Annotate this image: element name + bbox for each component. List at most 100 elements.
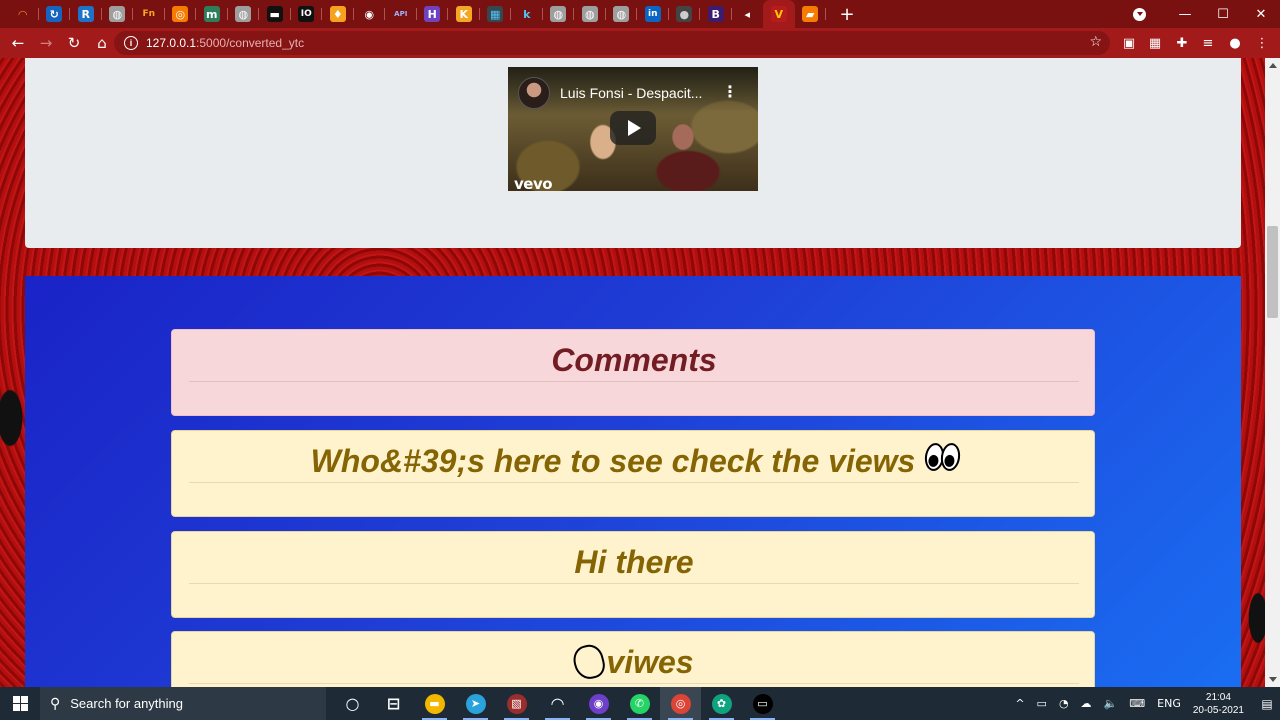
search-placeholder: Search for anything: [70, 696, 183, 711]
url-text[interactable]: 127.0.0.1:5000/converted_ytc: [146, 36, 304, 50]
browser-tab-25[interactable]: V: [763, 0, 795, 28]
browser-tab-6[interactable]: ◎: [165, 0, 196, 28]
notifications-icon[interactable]: ▤: [1254, 687, 1280, 720]
browser-tab-11[interactable]: ♦: [322, 0, 354, 28]
maximize-button[interactable]: ☐: [1204, 0, 1242, 28]
onedrive-icon[interactable]: ☁: [1081, 697, 1092, 710]
cortana-icon: ○: [345, 694, 360, 713]
start-button[interactable]: [0, 687, 40, 720]
github-desktop-taskbar-button[interactable]: ◉: [578, 687, 619, 720]
browser-tab-1[interactable]: ◠: [7, 0, 39, 28]
terminal-taskbar-button[interactable]: ▭: [742, 687, 783, 720]
browser-tab-18[interactable]: ◍: [543, 0, 574, 28]
browser-tab-8[interactable]: ◍: [228, 0, 259, 28]
browser-tab-2[interactable]: ↻: [39, 0, 70, 28]
browser-tab-10[interactable]: IO: [291, 0, 322, 28]
tab-23-favicon-icon: B: [707, 6, 724, 22]
comment-card: Hi there: [171, 531, 1095, 618]
telegram-taskbar-button[interactable]: ➤: [455, 687, 496, 720]
tab-16-favicon-icon: ▦: [487, 6, 504, 22]
video-title[interactable]: Luis Fonsi - Despacit...: [560, 85, 702, 101]
wifi-icon[interactable]: ◔: [1059, 697, 1069, 710]
page-scrollbar[interactable]: [1265, 58, 1280, 687]
browser-tab-15[interactable]: K: [448, 0, 480, 28]
taskbar-search-box[interactable]: ⚲ Search for anything: [40, 687, 326, 720]
task-view-icon: ⊟: [386, 694, 401, 713]
url-host: 127.0.0.1: [146, 36, 197, 50]
card-divider: [189, 482, 1079, 483]
new-tab-button[interactable]: +: [832, 0, 862, 28]
browser-tab-20[interactable]: ◍: [606, 0, 637, 28]
browser-tab-16[interactable]: ▦: [480, 0, 511, 28]
chrome-taskbar-button[interactable]: ◎: [660, 687, 701, 720]
browser-tab-23[interactable]: B: [700, 0, 732, 28]
cortana-taskbar-button[interactable]: ○: [332, 687, 373, 720]
extension-icon-1[interactable]: ▣: [1116, 28, 1142, 58]
channel-avatar[interactable]: [518, 77, 550, 109]
comment-card: Who&#39;s here to see check the views: [171, 430, 1095, 517]
forward-button[interactable]: →: [33, 30, 59, 56]
clock[interactable]: 21:04 20-05-2021: [1193, 691, 1244, 717]
comment-text: viwes: [172, 641, 1096, 682]
home-button[interactable]: ⌂: [89, 30, 115, 56]
url-path: :5000/converted_ytc: [196, 36, 305, 50]
taskbar-apps: ○ ⊟ ▬ ➤ ▧ ◠ ◉ ✆ ◎ ✿ ▭: [332, 687, 783, 720]
browser-tab-13[interactable]: API: [385, 0, 417, 28]
browser-tab-21[interactable]: in: [637, 0, 669, 28]
tray-chevron-icon[interactable]: ^: [1015, 697, 1024, 710]
jupyter-taskbar-button[interactable]: ◠: [537, 687, 578, 720]
reading-list-icon[interactable]: ≡: [1195, 28, 1221, 58]
video-card: Luis Fonsi - Despacit... ⋮ vevo: [25, 58, 1241, 248]
browser-tab-3[interactable]: R: [70, 0, 102, 28]
system-tray: ^ ▭ ◔ ☁ 🔈 ⌨ ENG 21:04 20-05-2021 ▤: [1009, 687, 1280, 720]
reload-button[interactable]: ↻: [61, 30, 87, 56]
bookmark-star-icon[interactable]: ☆: [1089, 34, 1102, 50]
browser-tab-5[interactable]: Fn: [133, 0, 165, 28]
tab-26-favicon-icon: ▰: [802, 6, 819, 22]
telegram-icon: ➤: [465, 693, 486, 714]
task-view-taskbar-button[interactable]: ⊟: [373, 687, 414, 720]
browser-tab-17[interactable]: k: [511, 0, 543, 28]
browser-tab-7[interactable]: m: [196, 0, 228, 28]
extension-icon-2[interactable]: ▦: [1142, 28, 1168, 58]
photo-app-taskbar-button[interactable]: ▧: [496, 687, 537, 720]
back-button[interactable]: ←: [5, 30, 31, 56]
browser-menu-icon[interactable]: ⋮: [1249, 28, 1275, 58]
card-divider: [189, 683, 1079, 684]
browser-tab-4[interactable]: ◍: [102, 0, 133, 28]
browser-tab-26[interactable]: ▰: [795, 0, 826, 28]
file-explorer-taskbar-button[interactable]: ▬: [414, 687, 455, 720]
minimize-button[interactable]: —: [1166, 0, 1204, 28]
tab-8-favicon-icon: ◍: [235, 6, 252, 22]
profile-avatar-icon[interactable]: ●: [1222, 28, 1248, 58]
youtube-embed[interactable]: Luis Fonsi - Despacit... ⋮ vevo: [508, 67, 758, 191]
clock-time: 21:04: [1205, 691, 1231, 703]
browser-tab-14[interactable]: H: [417, 0, 448, 28]
scroll-up-arrow-icon[interactable]: [1265, 58, 1280, 73]
site-info-icon[interactable]: i: [124, 36, 138, 50]
battery-icon[interactable]: ▭: [1037, 697, 1047, 710]
video-menu-icon[interactable]: ⋮: [722, 82, 738, 101]
play-button-icon[interactable]: [610, 111, 656, 145]
close-window-button[interactable]: ✕: [1242, 0, 1280, 28]
browser-tab-12[interactable]: ◉: [354, 0, 385, 28]
page-viewport: Luis Fonsi - Despacit... ⋮ vevo Comments…: [0, 58, 1265, 687]
address-bar[interactable]: i 127.0.0.1:5000/converted_ytc ☆: [114, 31, 1110, 55]
extension-puzzle-icon[interactable]: ✚: [1169, 28, 1195, 58]
browser-tab-9[interactable]: ▬: [259, 0, 291, 28]
volume-icon[interactable]: 🔈: [1104, 697, 1118, 710]
tab-13-favicon-icon: API: [392, 6, 409, 22]
chatgpt-taskbar-button[interactable]: ✿: [701, 687, 742, 720]
whatsapp-taskbar-button[interactable]: ✆: [619, 687, 660, 720]
terminal-icon: ▭: [752, 693, 773, 714]
language-indicator[interactable]: ENG: [1157, 697, 1181, 710]
file-explorer-icon: ▬: [424, 693, 445, 714]
vevo-watermark: vevo: [514, 175, 553, 191]
scrollbar-thumb[interactable]: [1267, 226, 1278, 318]
browser-tab-19[interactable]: ◍: [574, 0, 606, 28]
browser-tab-22[interactable]: ●: [669, 0, 700, 28]
scroll-down-arrow-icon[interactable]: [1265, 672, 1280, 687]
tab-search-icon[interactable]: [1133, 7, 1146, 21]
browser-tab-24[interactable]: ◂: [732, 0, 764, 28]
keyboard-icon[interactable]: ⌨: [1129, 697, 1145, 710]
